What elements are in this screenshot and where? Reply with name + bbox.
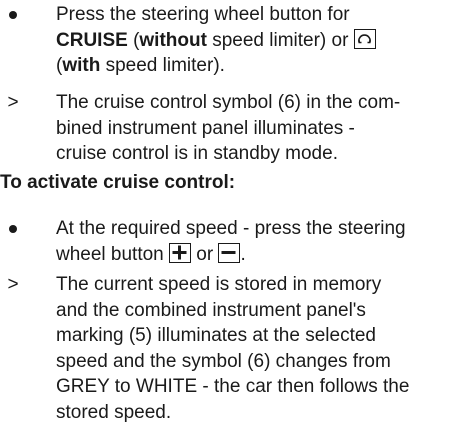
line: Press the steering wheel button for: [56, 2, 458, 28]
line: The current speed is stored in memory: [56, 274, 382, 295]
result-text: The cruise control symbol (6) in the com…: [56, 90, 458, 167]
cruise-label: CRUISE: [56, 29, 128, 51]
step-text: At the required speed - press the steeri…: [56, 216, 458, 267]
manual-page: Press the steering wheel button for CRUI…: [0, 0, 464, 425]
result-text: The current speed is stored in memory an…: [56, 272, 458, 425]
text-fragment: or: [191, 243, 219, 265]
text-fragment: speed limiter).: [100, 55, 225, 76]
line: bined instrument panel illuminates -: [56, 117, 355, 139]
line: stored speed.: [56, 401, 172, 423]
bullet-point: [9, 11, 17, 19]
line: wheel button or .: [56, 242, 458, 268]
line: marking (5) illuminates at the selected: [56, 325, 376, 346]
line: The cruise control symbol (6) in the com…: [56, 92, 401, 113]
line: speed and the symbol (6) changes from: [56, 350, 391, 372]
result-arrow: >: [7, 92, 19, 113]
section-heading: To activate cruise control:: [0, 172, 236, 193]
text-fragment: speed limiter) or: [206, 29, 354, 51]
bullet-point: [9, 225, 17, 233]
with-label: with: [62, 55, 101, 76]
without-label: without: [139, 29, 207, 51]
line: and the combined instrument panel's: [56, 299, 366, 321]
line: At the required speed - press the steeri…: [56, 218, 406, 239]
result-arrow: >: [7, 274, 19, 295]
plus-icon: [169, 242, 192, 263]
instruction-text: Press the steering wheel button for: [56, 4, 350, 25]
text-fragment: .: [240, 243, 246, 265]
line: GREY to WHITE - the car then follows the: [56, 376, 410, 397]
line: cruise control is in standby mode.: [56, 143, 338, 164]
minus-icon: [218, 242, 241, 263]
line: CRUISE (without speed limiter) or: [56, 28, 458, 54]
line: (with speed limiter).: [56, 53, 458, 79]
text-fragment: wheel button: [56, 243, 170, 265]
speed-limiter-icon: [353, 28, 376, 49]
step-text: Press the steering wheel button for CRUI…: [56, 2, 458, 79]
text-fragment: (: [127, 29, 140, 51]
